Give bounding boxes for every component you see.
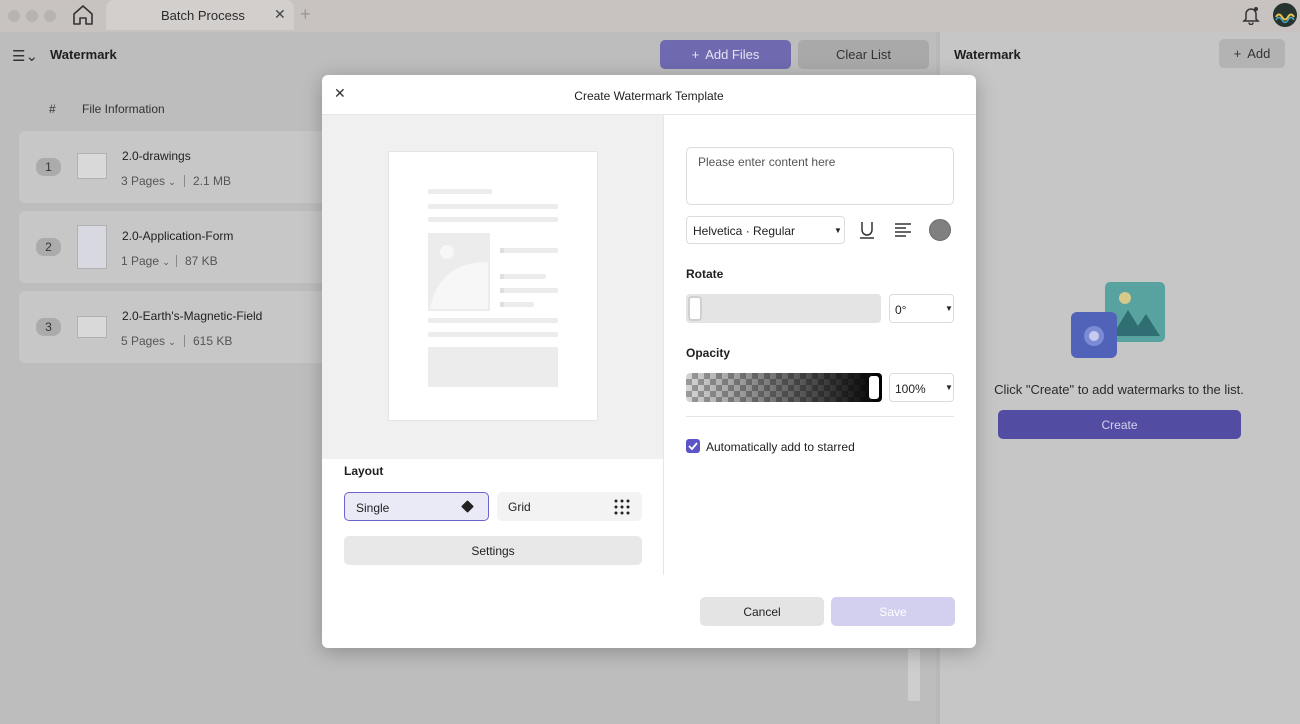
chevron-down-icon: ⌄ [168, 177, 176, 187]
font-select[interactable]: Helvetica · Regular ▼ [686, 216, 845, 244]
rotate-slider[interactable] [686, 294, 881, 323]
file-pages: 1 Page [121, 254, 160, 268]
empty-state-hint: Click "Create" to add watermarks to the … [994, 382, 1244, 397]
file-pages-dropdown[interactable]: 3 Pages ⌄ [121, 174, 176, 188]
add-files-button[interactable]: + Add Files [660, 40, 791, 69]
panel-title: Watermark [954, 47, 1021, 62]
plus-icon: + [691, 47, 700, 62]
cancel-button[interactable]: Cancel [700, 597, 824, 626]
file-thumbnail [77, 225, 107, 269]
opacity-slider-handle[interactable] [869, 376, 879, 399]
single-layout-icon [461, 500, 474, 513]
file-number: 3 [36, 318, 61, 336]
preview-page [388, 151, 598, 421]
opacity-slider[interactable] [686, 373, 882, 402]
bell-icon[interactable] [1241, 5, 1261, 26]
watermark-preview [322, 115, 663, 459]
page-title: Watermark [50, 47, 117, 62]
file-thumbnail [77, 153, 107, 179]
dialog-title: Create Watermark Template [574, 89, 724, 103]
rotate-label: Rotate [686, 267, 724, 281]
caret-down-icon: ▼ [945, 383, 953, 392]
layout-single-label: Single [356, 501, 390, 515]
watermark-content-input[interactable] [686, 147, 954, 205]
file-pages: 5 Pages [121, 334, 166, 348]
layout-single-option[interactable]: Single [344, 492, 489, 521]
add-label: Add [1247, 46, 1271, 61]
avatar[interactable] [1273, 3, 1297, 27]
tab-batch-process[interactable]: Batch Process ✕ [106, 0, 294, 30]
auto-starred-label: Automatically add to starred [706, 440, 855, 454]
chevron-down-icon: ⌄ [168, 337, 176, 347]
layout-grid-label: Grid [508, 500, 531, 514]
add-files-label: Add Files [705, 47, 760, 62]
watermark-panel: Watermark + Add Click "Create" to add wa… [940, 32, 1300, 724]
divider [176, 255, 177, 267]
divider [184, 175, 185, 187]
tab-close-icon[interactable]: ✕ [274, 6, 286, 23]
file-pages-dropdown[interactable]: 1 Page ⌄ [121, 254, 170, 268]
home-icon[interactable] [70, 4, 96, 26]
minimize-window-button[interactable] [26, 10, 38, 22]
align-left-icon[interactable] [894, 222, 912, 238]
file-number: 2 [36, 238, 61, 256]
rotate-slider-handle[interactable] [688, 296, 702, 321]
save-button[interactable]: Save [831, 597, 955, 626]
rotate-select[interactable]: 0° ▼ [889, 294, 954, 323]
file-size: 87 KB [185, 254, 218, 268]
settings-button[interactable]: Settings [344, 536, 642, 565]
empty-state-illustration [1068, 280, 1168, 362]
grid-layout-icon [613, 498, 631, 521]
file-pages: 3 Pages [121, 174, 166, 188]
file-size: 615 KB [193, 334, 233, 348]
file-name: 2.0-drawings [122, 149, 191, 163]
column-header-number: # [49, 102, 56, 116]
file-name: 2.0-Earth's-Magnetic-Field [122, 309, 263, 323]
close-window-button[interactable] [8, 10, 20, 22]
clear-list-button[interactable]: Clear List [798, 40, 929, 69]
tab-title: Batch Process [161, 8, 245, 23]
scrollbar[interactable] [908, 649, 920, 701]
zoom-window-button[interactable] [44, 10, 56, 22]
file-thumbnail [77, 316, 107, 338]
opacity-value: 100% [895, 382, 926, 396]
file-number: 1 [36, 158, 61, 176]
font-select-value: Helvetica · Regular [693, 224, 796, 238]
rotate-value: 0° [895, 303, 907, 317]
plus-icon: + [1233, 46, 1242, 61]
add-watermark-button[interactable]: + Add [1219, 39, 1285, 68]
color-picker[interactable] [929, 219, 951, 241]
auto-starred-checkbox[interactable] [686, 439, 700, 453]
title-bar: Batch Process ✕ + [0, 0, 1300, 32]
opacity-select[interactable]: 100% ▼ [889, 373, 954, 402]
file-pages-dropdown[interactable]: 5 Pages ⌄ [121, 334, 176, 348]
divider [686, 416, 954, 417]
underline-icon[interactable] [858, 220, 876, 240]
file-name: 2.0-Application-Form [122, 229, 234, 243]
opacity-label: Opacity [686, 346, 731, 360]
menu-icon[interactable]: ☰⌄ [12, 47, 38, 65]
file-row[interactable]: 1 2.0-drawings 3 Pages ⌄ 2.1 MB [19, 131, 339, 203]
file-row[interactable]: 3 2.0-Earth's-Magnetic-Field 5 Pages ⌄ 6… [19, 291, 339, 363]
caret-down-icon: ▼ [834, 226, 842, 235]
create-watermark-dialog: ✕ Create Watermark Template Layout Singl… [322, 75, 976, 648]
column-header-file-info: File Information [82, 102, 165, 116]
layout-label: Layout [344, 464, 384, 478]
new-tab-button[interactable]: + [300, 4, 311, 25]
file-row[interactable]: 2 2.0-Application-Form 1 Page ⌄ 87 KB [19, 211, 339, 283]
divider [184, 335, 185, 347]
caret-down-icon: ▼ [945, 304, 953, 313]
divider [663, 115, 664, 575]
layout-grid-option[interactable]: Grid [497, 492, 642, 521]
chevron-down-icon: ⌄ [162, 257, 170, 267]
create-button[interactable]: Create [998, 410, 1241, 439]
file-size: 2.1 MB [193, 174, 232, 188]
